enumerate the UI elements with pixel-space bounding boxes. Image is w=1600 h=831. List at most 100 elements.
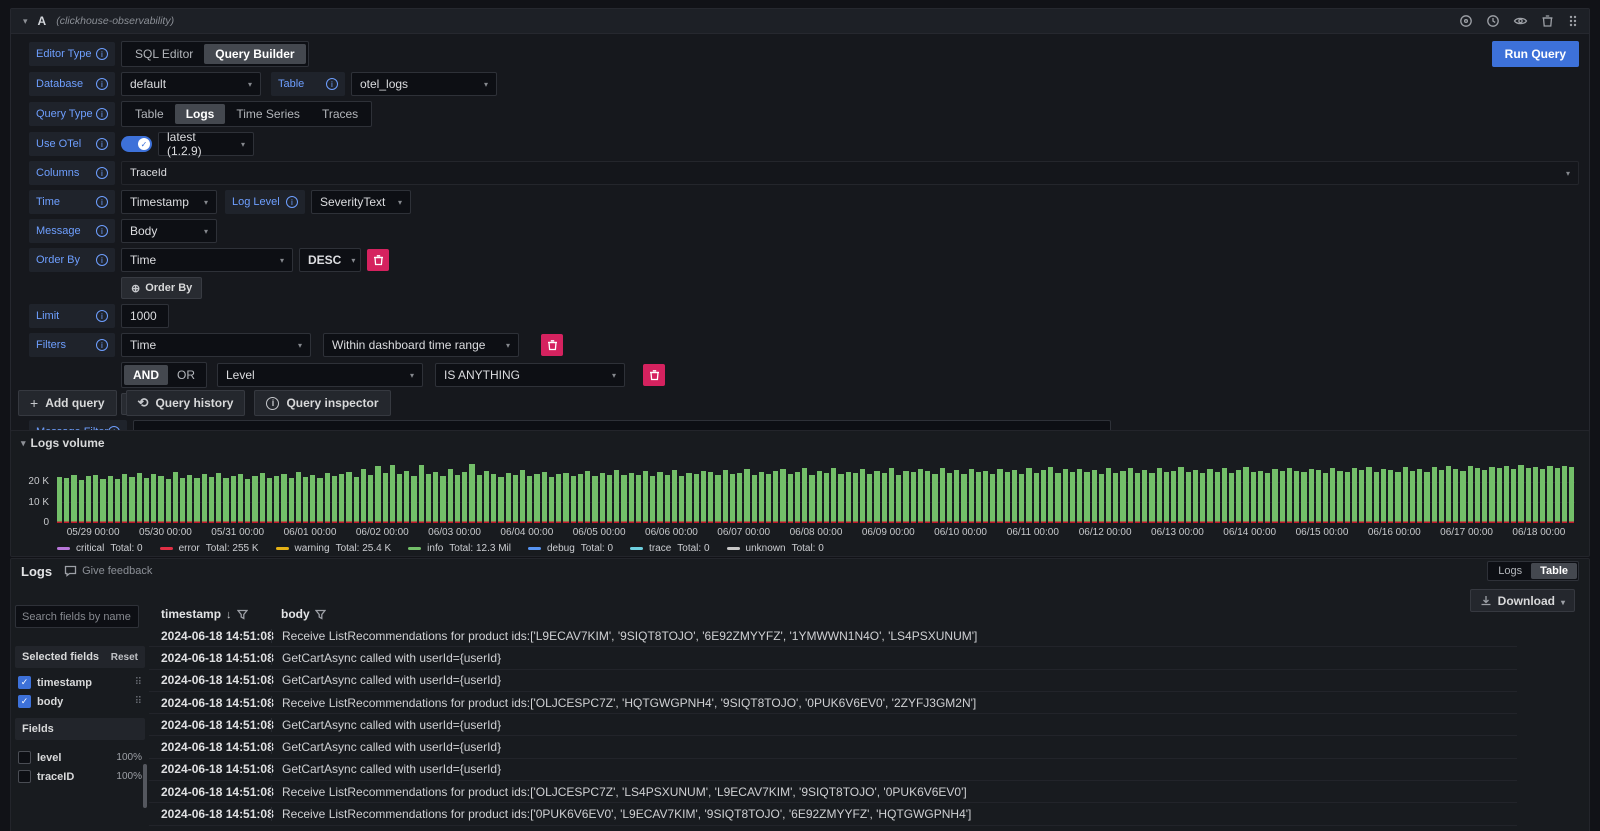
drag-handle-icon[interactable] — [135, 696, 142, 707]
timestamp-column-header[interactable]: timestamp — [149, 607, 271, 621]
otel-version-select[interactable]: latest (1.2.9) — [158, 132, 254, 156]
table-row[interactable]: 2024-06-18 14:51:08GetCartAsync called w… — [149, 714, 1517, 736]
info-icon[interactable] — [96, 196, 108, 208]
remove-filter1-button[interactable] — [541, 334, 563, 356]
selected-field-item[interactable]: body — [15, 692, 145, 711]
volume-bar — [1135, 473, 1140, 523]
legend-item[interactable]: criticalTotal: 0 — [57, 543, 143, 554]
timestamp-cell: 2024-06-18 14:51:08 — [149, 762, 271, 776]
duplicate-icon[interactable] — [1459, 14, 1473, 28]
editor-type-option-builder[interactable]: Query Builder — [204, 44, 305, 64]
table-row[interactable]: 2024-06-18 14:51:08GetCartAsync called w… — [149, 670, 1517, 692]
query-type-option-timeseries[interactable]: Time Series — [225, 104, 311, 124]
info-icon[interactable] — [96, 254, 108, 266]
drag-handle-icon[interactable] — [1567, 14, 1579, 28]
view-option-logs[interactable]: Logs — [1489, 563, 1531, 579]
table-row[interactable]: 2024-06-18 14:51:08Receive ListRecommend… — [149, 781, 1517, 803]
table-row[interactable]: 2024-06-18 14:51:08GetCartAsync called w… — [149, 736, 1517, 758]
volume-bar — [108, 476, 113, 523]
volume-bar — [940, 468, 945, 523]
selected-field-item[interactable]: timestamp — [15, 673, 145, 692]
table-row[interactable]: 2024-06-18 14:51:08GetCartAsync called w… — [149, 759, 1517, 781]
sidebar-scrollbar[interactable] — [143, 764, 147, 808]
conjunction-or[interactable]: OR — [168, 365, 204, 385]
info-icon[interactable] — [326, 78, 338, 90]
logs-volume-title[interactable]: Logs volume — [21, 436, 105, 450]
filter-funnel-icon[interactable] — [237, 609, 248, 620]
message-column-select[interactable]: Body — [121, 219, 217, 243]
time-column-select[interactable]: Timestamp — [121, 190, 217, 214]
filter2-field-select[interactable]: Level — [217, 363, 423, 387]
reset-button[interactable]: Reset — [111, 652, 138, 663]
add-order-by-button[interactable]: Order By — [121, 277, 202, 299]
y-axis-label: 20 K — [11, 476, 49, 487]
filter-funnel-icon[interactable] — [315, 609, 326, 620]
table-row[interactable]: 2024-06-18 14:51:08Receive ListRecommend… — [149, 803, 1517, 825]
search-fields-input[interactable] — [15, 605, 139, 628]
give-feedback-link[interactable]: Give feedback — [64, 565, 152, 577]
remove-order-by-button[interactable] — [367, 249, 389, 271]
info-icon[interactable] — [96, 108, 108, 120]
conjunction-and[interactable]: AND — [124, 365, 168, 385]
info-icon[interactable] — [96, 138, 108, 150]
info-icon[interactable] — [96, 167, 108, 179]
legend-item[interactable]: infoTotal: 12.3 Mil — [408, 543, 511, 554]
trash-icon — [373, 254, 384, 266]
history-icon[interactable] — [1486, 14, 1500, 28]
log-level-select[interactable]: SeverityText — [311, 190, 411, 214]
field-item[interactable]: level100% — [15, 748, 145, 767]
query-inspector-button[interactable]: Query inspector — [254, 390, 390, 416]
drag-handle-icon[interactable] — [135, 677, 142, 688]
order-by-direction-select[interactable]: DESC — [299, 248, 361, 272]
eye-icon[interactable] — [1513, 14, 1528, 28]
trash-icon[interactable] — [1541, 14, 1554, 28]
order-by-field-select[interactable]: Time — [121, 248, 293, 272]
columns-multiselect[interactable]: TraceId — [121, 161, 1579, 185]
query-history-button[interactable]: Query history — [126, 390, 246, 416]
table-row[interactable]: 2024-06-18 14:51:08Receive ListRecommend… — [149, 625, 1517, 647]
legend-item[interactable]: warningTotal: 25.4 K — [276, 543, 392, 554]
query-row-header[interactable]: A (clickhouse-observability) — [11, 9, 1589, 34]
checkbox-checked[interactable] — [18, 676, 31, 689]
remove-filter2-button[interactable] — [643, 364, 665, 386]
volume-bar — [1171, 471, 1176, 523]
filter1-field-select[interactable]: Time — [121, 333, 311, 357]
legend-item[interactable]: unknownTotal: 0 — [727, 543, 824, 554]
run-query-button[interactable]: Run Query — [1492, 41, 1579, 67]
body-column-header[interactable]: body — [271, 607, 326, 621]
y-axis-label: 10 K — [11, 497, 49, 508]
sort-desc-icon[interactable] — [226, 607, 232, 621]
info-icon[interactable] — [96, 310, 108, 322]
database-select[interactable]: default — [121, 72, 261, 96]
limit-input[interactable] — [121, 304, 169, 328]
info-icon[interactable] — [96, 78, 108, 90]
table-select[interactable]: otel_logs — [351, 72, 497, 96]
checkbox-checked[interactable] — [18, 695, 31, 708]
table-row[interactable]: 2024-06-18 14:51:08Receive ListRecommend… — [149, 692, 1517, 714]
view-option-table[interactable]: Table — [1531, 563, 1577, 579]
query-type-option-table[interactable]: Table — [124, 104, 175, 124]
query-type-option-traces[interactable]: Traces — [311, 104, 369, 124]
info-icon[interactable] — [96, 48, 108, 60]
info-icon[interactable] — [96, 339, 108, 351]
info-icon[interactable] — [286, 196, 298, 208]
field-item[interactable]: traceID100% — [15, 767, 145, 786]
history-icon — [138, 395, 149, 411]
editor-type-option-sql[interactable]: SQL Editor — [124, 44, 204, 64]
filter1-operator-select[interactable]: Within dashboard time range — [323, 333, 519, 357]
legend-item[interactable]: traceTotal: 0 — [630, 543, 709, 554]
collapse-chevron-icon[interactable] — [23, 16, 28, 27]
volume-bar — [448, 469, 453, 523]
checkbox-unchecked[interactable] — [18, 770, 31, 783]
checkbox-unchecked[interactable] — [18, 751, 31, 764]
use-otel-toggle[interactable] — [121, 136, 152, 152]
info-icon[interactable] — [96, 225, 108, 237]
add-query-button[interactable]: Add query — [18, 390, 117, 416]
filter2-operator-select[interactable]: IS ANYTHING — [435, 363, 625, 387]
table-row[interactable]: 2024-06-18 14:51:08GetCartAsync called w… — [149, 647, 1517, 669]
volume-bar — [498, 477, 503, 524]
query-type-option-logs[interactable]: Logs — [175, 104, 226, 124]
legend-item[interactable]: debugTotal: 0 — [528, 543, 613, 554]
chevron-down-icon — [398, 198, 402, 207]
legend-item[interactable]: errorTotal: 255 K — [160, 543, 259, 554]
